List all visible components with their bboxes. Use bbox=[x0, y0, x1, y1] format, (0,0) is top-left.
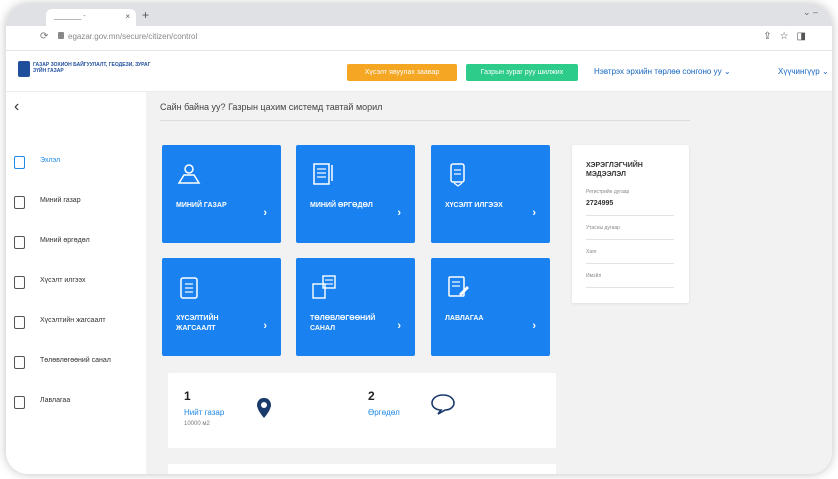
divider bbox=[586, 263, 674, 264]
new-tab-icon[interactable]: + bbox=[142, 8, 149, 22]
url-field[interactable]: egazar.gov.mn/secure/citizen/control bbox=[68, 32, 197, 41]
chat-bubble-icon bbox=[431, 394, 455, 415]
role-select-label: Нэвтрэх эрхийн төрлөө сонгоно уу bbox=[594, 67, 722, 76]
divider bbox=[586, 239, 674, 240]
phone-label: Утасны дугаар bbox=[586, 225, 620, 231]
tile-my-land[interactable]: МИНИЙ ГАЗАР › bbox=[162, 145, 281, 243]
reg-number-label: Регистрийн дугаар bbox=[586, 189, 630, 195]
reload-icon[interactable]: ⟳ bbox=[40, 31, 48, 42]
tile-send-request[interactable]: ХҮСЭЛТ ИЛГЭЭХ › bbox=[431, 145, 550, 243]
stats-card: 1 Нийт газар 10000 м2 2 Өргөдөл bbox=[168, 373, 556, 448]
tile-reference[interactable]: ЛАВЛАГАА › bbox=[431, 258, 550, 356]
sidebar-item-label: Хүсэлтийн жагсаалт bbox=[40, 317, 106, 324]
tile-label: ЛАВЛАГАА bbox=[445, 315, 484, 322]
tab-close-icon[interactable]: × bbox=[125, 12, 130, 21]
tile-request-list[interactable]: ХҮСЭЛТИЙН ЖАГСААЛТ › bbox=[162, 258, 281, 356]
sidebar-item-label: Төлөвлөгөөний санал bbox=[40, 357, 111, 364]
chevron-right-icon: › bbox=[397, 320, 401, 332]
chevron-right-icon: › bbox=[397, 207, 401, 219]
chevron-down-icon: ⌄ bbox=[723, 67, 731, 76]
chevron-right-icon: › bbox=[263, 320, 267, 332]
sidebar-item-plan-proposal[interactable]: Төлөвлөгөөний санал bbox=[14, 354, 144, 374]
land-count-label[interactable]: Нийт газар bbox=[184, 408, 224, 417]
browser-tab[interactable]: _______ - × bbox=[46, 9, 136, 26]
address-label: Хаяг bbox=[586, 249, 597, 255]
sidebar-item-label: Эхлэл bbox=[40, 157, 61, 164]
role-select-link[interactable]: Нэвтрэх эрхийн төрлөө сонгоно уу ⌄ bbox=[594, 67, 731, 76]
plan-proposal-icon bbox=[312, 275, 336, 299]
logo-text: ГАЗАР ЗОХИОН БАЙГУУЛАЛТ, ГЕОДЕЗИ, ЗУРАГ … bbox=[33, 62, 151, 74]
divider bbox=[160, 120, 690, 121]
chevron-right-icon: › bbox=[532, 320, 536, 332]
main-content: Сайн байна уу? Газрын цахим системд тавт… bbox=[146, 92, 832, 474]
instructions-button[interactable]: Хүсэлт явуулах заавар bbox=[347, 64, 457, 81]
tile-label: МИНИЙ ГАЗАР bbox=[176, 202, 227, 209]
email-label: Имэйл bbox=[586, 273, 602, 279]
home-icon bbox=[14, 156, 25, 169]
location-pin-icon bbox=[257, 398, 271, 418]
plan-icon bbox=[14, 356, 25, 369]
send-icon bbox=[14, 276, 25, 289]
sidebar-item-send-request[interactable]: Хүсэлт илгээх bbox=[14, 274, 144, 294]
land-icon bbox=[177, 164, 201, 184]
sidebar-item-my-land[interactable]: Миний газар bbox=[14, 194, 144, 214]
sidebar-item-reference[interactable]: Лавлагаа bbox=[14, 394, 144, 414]
tile-label: МИНИЙ ӨРГӨДӨЛ bbox=[310, 202, 373, 209]
tile-my-applications[interactable]: МИНИЙ ӨРГӨДӨЛ › bbox=[296, 145, 415, 243]
map-icon bbox=[14, 196, 25, 209]
reference-doc-icon bbox=[448, 276, 469, 297]
address-bar: ⟳ egazar.gov.mn/secure/citizen/control ⇪… bbox=[6, 26, 832, 51]
tile-plan-proposal[interactable]: ТӨЛӨВЛӨГӨӨНИЙ САНАЛ › bbox=[296, 258, 415, 356]
sidebar-item-label: Хүсэлт илгээх bbox=[40, 277, 86, 284]
document-icon bbox=[14, 236, 25, 249]
divider bbox=[586, 287, 674, 288]
sidebar-item-label: Миний өргөдөл bbox=[40, 237, 90, 244]
user-info-card: ХЭРЭГЛЭГЧИЙН МЭДЭЭЛЭЛ Регистрийн дугаар … bbox=[572, 145, 689, 303]
chevron-right-icon: › bbox=[263, 207, 267, 219]
user-info-title: ХЭРЭГЛЭГЧИЙН МЭДЭЭЛЭЛ bbox=[586, 162, 643, 178]
divider bbox=[586, 215, 674, 216]
browser-toolbar-icons[interactable]: ⇪☆◨ bbox=[763, 31, 814, 42]
application-count: 2 bbox=[368, 389, 375, 403]
sidebar-item-home[interactable]: Эхлэл bbox=[14, 154, 144, 174]
bottom-card bbox=[168, 464, 556, 474]
sidebar-item-label: Миний газар bbox=[40, 197, 81, 204]
browser-tab-title: _______ - bbox=[54, 13, 86, 20]
welcome-text: Сайн байна уу? Газрын цахим системд тавт… bbox=[160, 102, 383, 112]
app-header: ГАЗАР ЗОХИОН БАЙГУУЛАЛТ, ГЕОДЕЗИ, ЗУРАГ … bbox=[6, 51, 832, 92]
tile-label: ХҮСЭЛТИЙН ЖАГСААЛТ bbox=[176, 315, 219, 332]
land-area: 10000 м2 bbox=[184, 421, 210, 427]
submit-icon bbox=[450, 163, 465, 187]
application-icon bbox=[313, 163, 333, 185]
land-count: 1 bbox=[184, 389, 191, 403]
sidebar: ‹ Эхлэл Миний газар Миний өргөдөл Хүсэлт… bbox=[6, 92, 146, 474]
tile-label: ТӨЛӨВЛӨГӨӨНИЙ САНАЛ bbox=[310, 315, 376, 332]
lock-icon[interactable] bbox=[58, 32, 64, 39]
window-controls[interactable]: ⌄ – bbox=[803, 7, 818, 18]
tile-label: ХҮСЭЛТ ИЛГЭЭХ bbox=[445, 202, 503, 209]
browser-tabstrip: _______ - × + ⌄ – bbox=[6, 4, 832, 26]
list-icon bbox=[14, 316, 25, 329]
sidebar-item-my-applications[interactable]: Миний өргөдөл bbox=[14, 234, 144, 254]
screenshot-frame: _______ - × + ⌄ – ⟳ egazar.gov.mn/secure… bbox=[6, 4, 832, 474]
chevron-right-icon: › bbox=[532, 207, 536, 219]
back-arrow-icon[interactable]: ‹ bbox=[14, 98, 19, 116]
reference-icon bbox=[14, 396, 25, 409]
map-button[interactable]: Газрын зураг руу шилжих bbox=[466, 64, 578, 81]
chevron-down-icon: ⌄ bbox=[822, 67, 829, 76]
sidebar-item-label: Лавлагаа bbox=[40, 397, 71, 404]
sidebar-item-request-list[interactable]: Хүсэлтийн жагсаалт bbox=[14, 314, 144, 334]
user-menu-label: Хүүчингүүр bbox=[778, 67, 820, 76]
application-count-label[interactable]: Өргөдөл bbox=[368, 408, 400, 417]
request-list-icon bbox=[180, 277, 198, 299]
emblem-icon bbox=[18, 61, 30, 77]
reg-number-value: 2724995 bbox=[586, 200, 614, 207]
user-menu-link[interactable]: Хүүчингүүр ⌄ bbox=[778, 67, 829, 76]
